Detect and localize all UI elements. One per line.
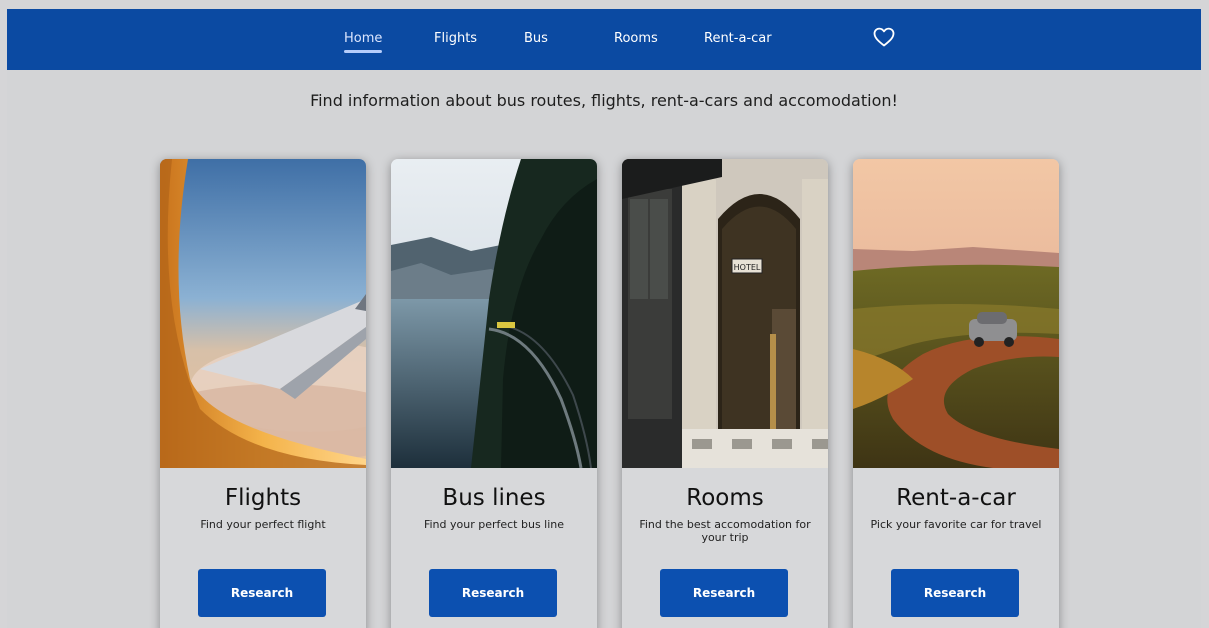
research-button-bus[interactable]: Research — [429, 569, 557, 617]
card-bus-lines: Bus lines Find your perfect bus line Res… — [391, 159, 597, 628]
card-description: Pick your favorite car for travel — [870, 518, 1042, 531]
svg-text:HOTEL: HOTEL — [734, 263, 761, 272]
nav-bus[interactable]: Bus — [524, 31, 548, 47]
nav-rooms[interactable]: Rooms — [614, 31, 658, 47]
card-title: Flights — [224, 485, 302, 511]
research-button-rent-a-car[interactable]: Research — [891, 569, 1019, 617]
card-description: Find your perfect flight — [200, 518, 326, 531]
nav-rent-a-car[interactable]: Rent-a-car — [704, 31, 772, 47]
top-navbar: Home Flights Bus Rooms Rent-a-car — [7, 9, 1201, 70]
car-on-road-photo — [853, 159, 1059, 468]
card-rooms: HOTEL Rooms Find the best accomodation f… — [622, 159, 828, 628]
card-description: Find your perfect bus line — [423, 518, 565, 531]
card-title: Bus lines — [442, 485, 546, 511]
card-rent-a-car: Rent-a-car Pick your favorite car for tr… — [853, 159, 1059, 628]
nav-home-label: Home — [344, 31, 383, 46]
nav-flights[interactable]: Flights — [434, 31, 477, 47]
heart-icon[interactable] — [872, 25, 896, 49]
card-title: Rooms — [686, 485, 764, 511]
page: Home Flights Bus Rooms Rent-a-car Find i… — [7, 9, 1201, 628]
card-description: Find the best accomodation for your trip — [639, 518, 811, 544]
research-button-rooms[interactable]: Research — [660, 569, 788, 617]
airplane-window-photo — [160, 159, 366, 468]
nav-home[interactable]: Home — [344, 31, 383, 53]
page-tagline: Find information about bus routes, fligh… — [310, 91, 898, 110]
research-button-flights[interactable]: Research — [198, 569, 326, 617]
lakeside-road-photo — [391, 159, 597, 468]
card-flights: Flights Find your perfect flight Researc… — [160, 159, 366, 628]
card-title: Rent-a-car — [896, 485, 1016, 511]
active-underline — [344, 50, 383, 53]
hotel-entrance-photo: HOTEL — [622, 159, 828, 468]
